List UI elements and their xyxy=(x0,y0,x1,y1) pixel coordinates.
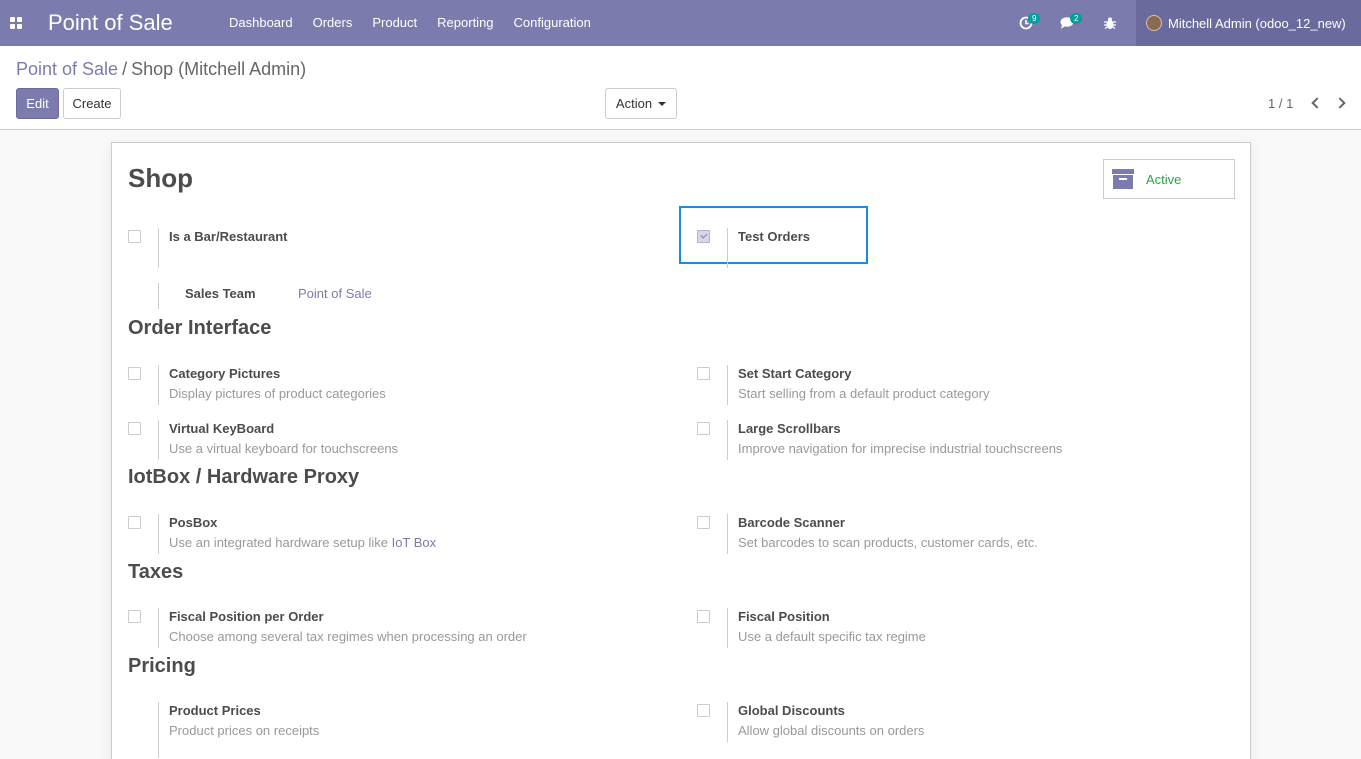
setting-barcode-scanner: Barcode Scanner Set barcodes to scan pro… xyxy=(697,514,1197,554)
section-order-interface: Order Interface xyxy=(128,317,272,339)
action-label: Action xyxy=(615,96,653,111)
is-bar-label: Is a Bar/Restaurant xyxy=(169,229,288,244)
section-iotbox: IotBox / Hardware Proxy xyxy=(128,466,360,488)
barcode-scanner-desc: Set barcodes to scan products, customer … xyxy=(738,535,1038,550)
category-pictures-desc: Display pictures of product categories xyxy=(169,386,386,401)
pager-value[interactable]: 1 / 1 xyxy=(1268,96,1293,111)
breadcrumb-separator: / xyxy=(122,59,128,79)
debug-menu[interactable] xyxy=(1089,0,1131,46)
product-prices-label: Product Prices xyxy=(169,703,261,718)
set-start-category-label: Set Start Category xyxy=(738,366,852,381)
messages-count-badge: 2 xyxy=(1070,13,1083,24)
main-menu: Dashboard Orders Product Reporting Confi… xyxy=(219,0,601,46)
top-navbar: Point of Sale Dashboard Orders Product R… xyxy=(0,0,1361,46)
section-pricing: Pricing xyxy=(128,655,196,677)
setting-posbox: PosBox Use an integrated hardware setup … xyxy=(128,514,628,554)
fiscal-position-desc: Use a default specific tax regime xyxy=(738,629,926,644)
breadcrumb-parent[interactable]: Point of Sale xyxy=(16,59,118,79)
menu-product[interactable]: Product xyxy=(362,0,427,46)
virtual-keyboard-label: Virtual KeyBoard xyxy=(169,421,275,436)
set-start-category-checkbox[interactable] xyxy=(697,367,710,380)
global-discounts-checkbox[interactable] xyxy=(697,704,710,717)
setting-is-bar: Is a Bar/Restaurant xyxy=(128,228,628,268)
is-bar-checkbox[interactable] xyxy=(128,230,141,243)
setting-global-discounts: Global Discounts Allow global discounts … xyxy=(697,702,1197,742)
setting-test-orders: Test Orders xyxy=(697,228,857,268)
test-orders-label: Test Orders xyxy=(738,229,811,244)
user-name: Mitchell Admin (odoo_12_new) xyxy=(1168,15,1346,31)
menu-reporting[interactable]: Reporting xyxy=(427,0,503,46)
test-orders-checkbox[interactable] xyxy=(697,230,710,243)
section-taxes: Taxes xyxy=(128,561,184,583)
edit-button[interactable]: Edit xyxy=(16,88,59,119)
breadcrumb: Point of Sale / Shop (Mitchell Admin) xyxy=(16,59,306,80)
chevron-right-icon xyxy=(1333,97,1346,109)
breadcrumb-current: Shop (Mitchell Admin) xyxy=(131,59,307,79)
setting-large-scrollbars: Large Scrollbars Improve navigation for … xyxy=(697,420,1197,460)
category-pictures-checkbox[interactable] xyxy=(128,367,141,380)
setting-virtual-keyboard: Virtual KeyBoard Use a virtual keyboard … xyxy=(128,420,628,460)
sales-team-label: Sales Team xyxy=(185,286,256,301)
menu-configuration[interactable]: Configuration xyxy=(504,0,601,46)
activity-menu[interactable]: 9 xyxy=(1005,0,1047,46)
app-title[interactable]: Point of Sale xyxy=(48,10,213,36)
chevron-left-icon xyxy=(1310,97,1323,109)
product-prices-desc: Product prices on receipts xyxy=(169,723,320,738)
messaging-menu[interactable]: 2 xyxy=(1047,0,1089,46)
form-sheet: Shop Active Is a Bar/Restaurant Test Ord… xyxy=(111,142,1251,759)
large-scrollbars-checkbox[interactable] xyxy=(697,422,710,435)
posbox-desc: Use an integrated hardware setup like Io… xyxy=(169,535,436,550)
setting-fiscal-position: Fiscal Position Use a default specific t… xyxy=(697,608,1197,648)
avatar xyxy=(1146,15,1162,31)
fiscal-position-label: Fiscal Position xyxy=(738,609,830,624)
pager-previous-button[interactable] xyxy=(1305,92,1325,114)
setting-product-prices: Product Prices Product prices on receipt… xyxy=(128,702,628,758)
posbox-label: PosBox xyxy=(169,515,218,530)
systray: 9 2 xyxy=(1005,0,1131,46)
user-menu[interactable]: Mitchell Admin (odoo_12_new) xyxy=(1136,0,1361,46)
fiscal-position-per-order-desc: Choose among several tax regimes when pr… xyxy=(169,629,527,644)
record-title: Shop xyxy=(128,163,193,193)
category-pictures-label: Category Pictures xyxy=(169,366,281,381)
iot-box-link[interactable]: IoT Box xyxy=(392,535,437,550)
pager-next-button[interactable] xyxy=(1331,92,1351,114)
barcode-scanner-checkbox[interactable] xyxy=(697,516,710,529)
fiscal-position-checkbox[interactable] xyxy=(697,610,710,623)
virtual-keyboard-desc: Use a virtual keyboard for touchscreens xyxy=(169,441,399,456)
fiscal-position-per-order-checkbox[interactable] xyxy=(128,610,141,623)
setting-fiscal-position-per-order: Fiscal Position per Order Choose among s… xyxy=(128,608,628,648)
set-start-category-desc: Start selling from a default product cat… xyxy=(738,386,990,401)
fiscal-position-per-order-label: Fiscal Position per Order xyxy=(169,609,324,624)
archive-icon xyxy=(1112,169,1134,189)
large-scrollbars-desc: Improve navigation for imprecise industr… xyxy=(738,441,1063,456)
global-discounts-desc: Allow global discounts on orders xyxy=(738,723,925,738)
barcode-scanner-label: Barcode Scanner xyxy=(738,515,845,530)
setting-category-pictures: Category Pictures Display pictures of pr… xyxy=(128,365,628,405)
action-dropdown[interactable]: Action xyxy=(605,88,677,119)
menu-orders[interactable]: Orders xyxy=(303,0,363,46)
setting-set-start-category: Set Start Category Start selling from a … xyxy=(697,365,1197,405)
active-label: Active xyxy=(1146,171,1182,187)
apps-menu-icon[interactable] xyxy=(0,0,32,46)
posbox-checkbox[interactable] xyxy=(128,516,141,529)
menu-dashboard[interactable]: Dashboard xyxy=(219,0,303,46)
bug-icon xyxy=(1104,17,1116,29)
control-panel: Point of Sale / Shop (Mitchell Admin) Edit… xyxy=(0,46,1361,130)
activity-count-badge: 9 xyxy=(1028,13,1041,24)
caret-down-icon xyxy=(658,101,667,106)
sales-team-value[interactable]: Point of Sale xyxy=(298,286,372,301)
posbox-desc-text: Use an integrated hardware setup like xyxy=(169,535,388,550)
global-discounts-label: Global Discounts xyxy=(738,703,845,718)
create-button[interactable]: Create xyxy=(63,88,121,119)
virtual-keyboard-checkbox[interactable] xyxy=(128,422,141,435)
active-toggle-button[interactable]: Active xyxy=(1103,159,1235,199)
large-scrollbars-label: Large Scrollbars xyxy=(738,421,841,436)
